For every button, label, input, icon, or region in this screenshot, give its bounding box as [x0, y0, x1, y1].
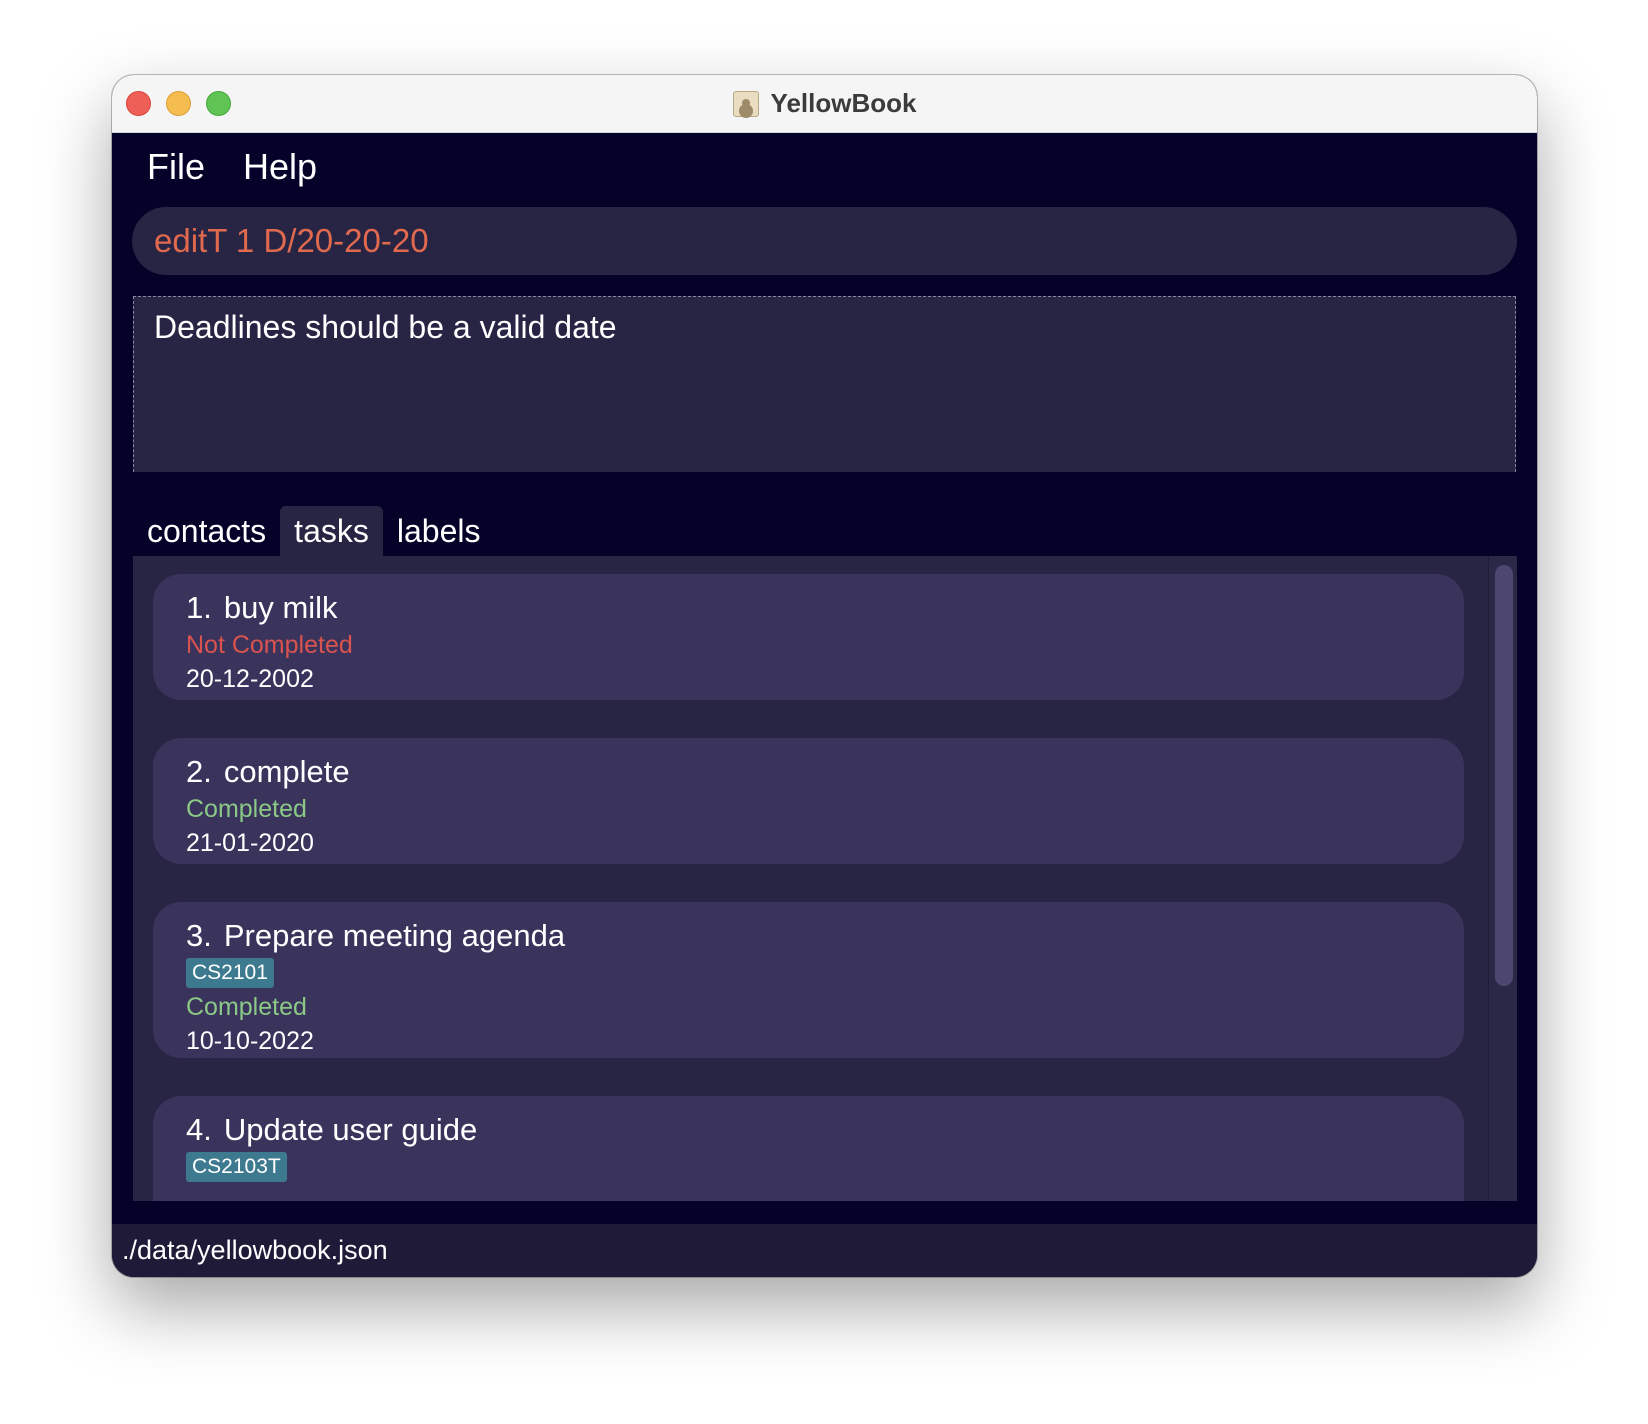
- command-box[interactable]: editT 1 D/20-20-20: [132, 207, 1517, 275]
- task-deadline: 20-12-2002: [186, 665, 314, 693]
- task-title: Prepare meeting agenda: [223, 918, 566, 953]
- task-deadline: 21-01-2020: [186, 829, 314, 857]
- tab-tasks[interactable]: tasks: [280, 506, 383, 556]
- task-index: 3.: [186, 918, 212, 953]
- task-status: Not Completed: [186, 631, 353, 659]
- task-deadline: 10-10-2022: [186, 1027, 314, 1055]
- task-card[interactable]: 2. complete Completed 21-01-2020: [153, 738, 1464, 864]
- data-file-path: ./data/yellowbook.json: [122, 1235, 388, 1265]
- task-status: Completed: [186, 993, 307, 1021]
- menu-help[interactable]: Help: [243, 146, 317, 188]
- task-card[interactable]: 1. buy milk Not Completed 20-12-2002: [153, 574, 1464, 700]
- task-list-panel[interactable]: 1. buy milk Not Completed 20-12-2002 2. co…: [133, 556, 1517, 1201]
- menu-file[interactable]: File: [147, 146, 205, 188]
- command-input[interactable]: editT 1 D/20-20-20: [154, 222, 429, 260]
- task-title-row: 1. buy milk: [186, 588, 1464, 628]
- menu-bar: File Help: [112, 132, 1537, 202]
- task-card[interactable]: 4. Update user guide CS2103T: [153, 1096, 1464, 1201]
- task-card[interactable]: 3. Prepare meeting agenda CS2101 Complete…: [153, 902, 1464, 1058]
- result-display: Deadlines should be a valid date: [133, 296, 1516, 472]
- task-index: 2.: [186, 754, 212, 789]
- task-title-row: 2. complete: [186, 752, 1464, 792]
- task-title-row: 3. Prepare meeting agenda: [186, 916, 1464, 956]
- task-title: complete: [223, 754, 350, 789]
- status-bar: ./data/yellowbook.json: [112, 1224, 1537, 1277]
- task-title-row: 4. Update user guide: [186, 1110, 1464, 1150]
- task-label-chip: CS2103T: [186, 1152, 287, 1182]
- window-title: YellowBook: [770, 88, 917, 118]
- title-bar: YellowBook: [112, 75, 1537, 133]
- task-status: Completed: [186, 795, 307, 823]
- task-title: Update user guide: [223, 1112, 478, 1147]
- task-index: 4.: [186, 1112, 212, 1147]
- result-message: Deadlines should be a valid date: [154, 309, 617, 345]
- task-list-scrollbar[interactable]: [1488, 556, 1517, 1201]
- task-label-chip: CS2101: [186, 958, 274, 988]
- tab-bar: contacts tasks labels: [133, 504, 494, 556]
- app-window: YellowBook File Help editT 1 D/20-20-20 …: [112, 75, 1537, 1277]
- tab-contacts[interactable]: contacts: [133, 506, 280, 556]
- scrollbar-thumb[interactable]: [1495, 565, 1513, 986]
- task-index: 1.: [186, 590, 212, 625]
- window-title-group: YellowBook: [112, 75, 1537, 132]
- tab-labels[interactable]: labels: [383, 506, 495, 556]
- task-title: buy milk: [223, 590, 338, 625]
- contact-book-icon: [732, 90, 759, 117]
